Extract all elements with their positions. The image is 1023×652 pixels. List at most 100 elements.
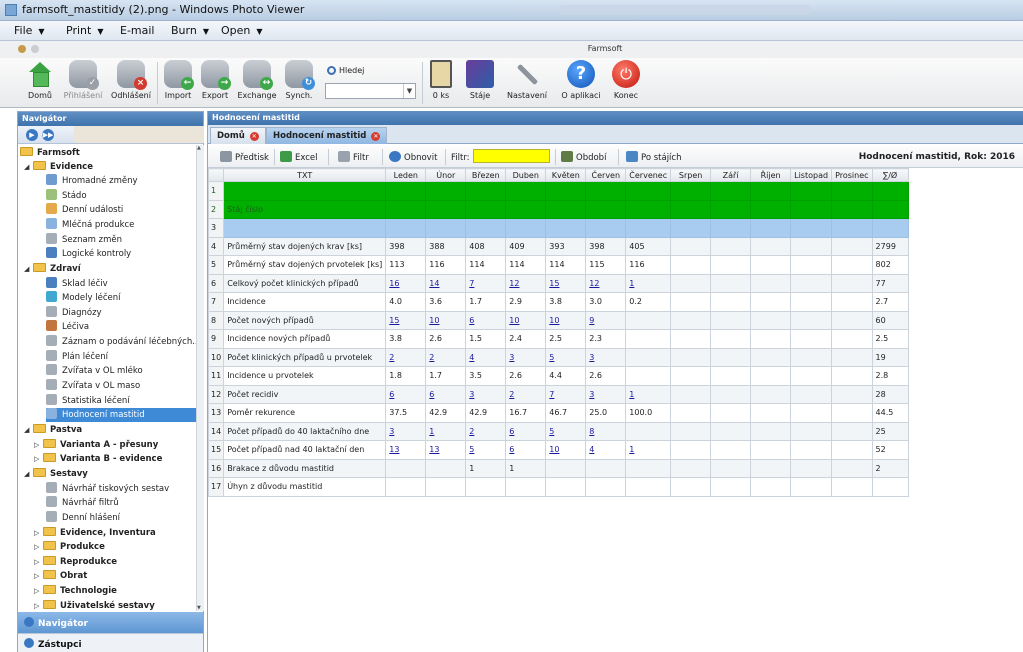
period-button[interactable]: Období <box>561 151 606 163</box>
table-cell[interactable]: 1 <box>625 384 672 404</box>
table-cell[interactable]: 3 <box>505 347 547 367</box>
tree-subgroup[interactable]: ▷ Varianta B - evidence <box>34 452 162 466</box>
tree-item[interactable]: Návrhář tiskových sestav <box>46 482 169 496</box>
table-cell[interactable]: 3 <box>385 421 427 441</box>
column-header[interactable]: Květen <box>545 168 587 182</box>
table-cell[interactable]: 2 <box>505 384 547 404</box>
chevron-down-icon[interactable]: ▼ <box>403 84 415 98</box>
tree-subgroup[interactable]: ▷ Uživatelské sestavy <box>34 599 155 611</box>
table-row[interactable]: 11 Incidence u prvotelek 1.8 1.7 3.5 2.6 4.4 2.… <box>207 366 909 386</box>
table-cell[interactable]: 13 <box>425 440 467 460</box>
tree-item[interactable]: Léčiva <box>46 320 89 334</box>
column-header[interactable]: Září <box>710 168 752 182</box>
table-cell[interactable]: 15 <box>545 273 587 293</box>
home-button[interactable]: Domů <box>23 60 57 100</box>
table-row[interactable]: 16 Brakace z důvodu mastitid 1 1 2 <box>207 458 909 478</box>
table-row[interactable]: 3 <box>207 218 909 238</box>
table-cell[interactable]: 2 <box>425 347 467 367</box>
table-cell[interactable]: 1 <box>625 273 672 293</box>
table-cell[interactable]: 16 <box>385 273 427 293</box>
shortcuts-footer-button[interactable]: Zástupci <box>18 633 203 652</box>
table-cell[interactable]: 1 <box>625 440 672 460</box>
tree-group-pastva[interactable]: ◢ Pastva <box>24 423 82 437</box>
tree-item[interactable]: Denní hlášení <box>46 511 120 525</box>
column-header[interactable]: Duben <box>505 168 547 182</box>
settings-button[interactable]: Nastavení <box>505 60 549 100</box>
menu-open[interactable]: Open ▼ <box>221 24 263 37</box>
tree-subgroup[interactable]: ▷ Obrat <box>34 569 87 583</box>
filter-button[interactable]: Filtr <box>338 151 369 163</box>
table-cell[interactable]: 9 <box>585 310 627 330</box>
column-header[interactable]: Srpen <box>670 168 712 182</box>
table-row[interactable]: 5 Průměrný stav dojených prvotelek [ks] 11… <box>207 255 909 275</box>
export-button[interactable]: → Export <box>198 60 232 100</box>
column-header[interactable]: Březen <box>465 168 507 182</box>
menu-burn[interactable]: Burn ▼ <box>171 24 209 37</box>
herds-button[interactable]: Stáje <box>465 60 495 100</box>
tree-item[interactable]: Modely léčení <box>46 291 121 305</box>
fast-forward-icon[interactable]: ▶▶ <box>42 129 54 141</box>
count-button[interactable]: 0 ks <box>427 60 455 100</box>
table-row[interactable]: 9 Incidence nových případů 3.8 2.6 1.5 2.4 2.5… <box>207 329 909 349</box>
table-row[interactable]: 6 Celkový počet klinických případů 16 14 7 12… <box>207 273 909 293</box>
table-cell[interactable]: 10 <box>545 440 587 460</box>
table-cell[interactable]: 14 <box>425 273 467 293</box>
table-cell[interactable]: 7 <box>465 273 507 293</box>
table-cell[interactable]: 4 <box>585 440 627 460</box>
search-input[interactable]: ▼ <box>325 83 416 99</box>
tree-subgroup[interactable]: ▷ Varianta A - přesuny <box>34 438 158 452</box>
table-cell[interactable]: 3 <box>465 384 507 404</box>
table-row[interactable]: 1 <box>207 181 909 201</box>
import-button[interactable]: ← Import <box>161 60 195 100</box>
exit-button[interactable]: ⏻ Konec <box>611 60 641 100</box>
tree-item[interactable]: Záznam o podávání léčebných... <box>46 335 196 349</box>
excel-button[interactable]: Excel <box>280 151 318 163</box>
tree-item[interactable]: Plán léčení <box>46 350 108 364</box>
table-row[interactable]: 4 Průměrný stav dojených krav [ks] 398 388 4… <box>207 236 909 256</box>
tree-item[interactable]: Logické kontroly <box>46 247 131 261</box>
table-cell[interactable]: 12 <box>505 273 547 293</box>
table-cell[interactable]: 7 <box>545 384 587 404</box>
tree-item[interactable]: Zvířata v OL maso <box>46 379 140 393</box>
tree-group-zdravi[interactable]: ◢ Zdraví <box>24 262 81 276</box>
table-row[interactable]: 2 Stáj číslo <box>207 199 909 219</box>
table-cell[interactable]: 5 <box>545 347 587 367</box>
tree-item[interactable]: Denní události <box>46 203 123 217</box>
tab-mastitis[interactable]: Hodnocení mastitid ✕ <box>266 127 388 144</box>
column-header[interactable]: Červenec <box>625 168 672 182</box>
tree-item[interactable]: Mléčná produkce <box>46 218 134 232</box>
tree-subgroup[interactable]: ▷ Technologie <box>34 584 117 598</box>
column-header[interactable]: ∑/Ø <box>871 168 909 182</box>
table-cell[interactable]: 6 <box>505 440 547 460</box>
about-button[interactable]: ? O aplikaci <box>559 60 603 100</box>
table-row[interactable]: 10 Počet klinických případů u prvotelek 2 2… <box>207 347 909 367</box>
menu-print[interactable]: Print ▼ <box>66 24 103 37</box>
table-cell[interactable]: 6 <box>465 310 507 330</box>
logout-button[interactable]: × Odhlášení <box>109 60 153 100</box>
table-cell[interactable]: 12 <box>585 273 627 293</box>
synch-button[interactable]: ↻ Synch. <box>282 60 316 100</box>
tree-item[interactable]: Stádo <box>46 189 87 203</box>
column-header[interactable]: Leden <box>385 168 427 182</box>
tree-item[interactable]: Sklad léčiv <box>46 277 108 291</box>
table-cell[interactable]: 2 <box>385 347 427 367</box>
tree-subgroup[interactable]: ▷ Evidence, Inventura <box>34 526 156 540</box>
filter-input[interactable] <box>472 149 550 163</box>
by-herd-button[interactable]: Po stájích <box>626 151 681 163</box>
tree-group-evidence[interactable]: ◢ Evidence <box>24 160 93 174</box>
column-header[interactable]: Říjen <box>750 168 792 182</box>
tree-root[interactable]: Farmsoft <box>20 146 80 160</box>
table-cell[interactable]: 2 <box>465 421 507 441</box>
table-cell[interactable]: 6 <box>505 421 547 441</box>
table-cell[interactable]: 3 <box>585 347 627 367</box>
table-row[interactable]: 15 Počet případů nad 40 laktační den 13 13 5… <box>207 440 909 460</box>
table-cell[interactable]: 3 <box>585 384 627 404</box>
tree-item-selected[interactable]: Hodnocení mastitid <box>46 408 196 422</box>
table-row[interactable]: 12 Počet recidiv 6 6 3 2 7 3 1 28 <box>207 384 909 404</box>
table-row[interactable]: 8 Počet nových případů 15 10 6 10 10 9 60 <box>207 310 909 330</box>
column-header[interactable]: Prosinec <box>831 168 873 182</box>
navigator-footer-button[interactable]: Navigátor <box>18 612 203 633</box>
table-cell[interactable]: 10 <box>425 310 467 330</box>
tree-subgroup[interactable]: ▷ Reprodukce <box>34 555 117 569</box>
preview-button[interactable]: Předtisk <box>220 151 269 163</box>
